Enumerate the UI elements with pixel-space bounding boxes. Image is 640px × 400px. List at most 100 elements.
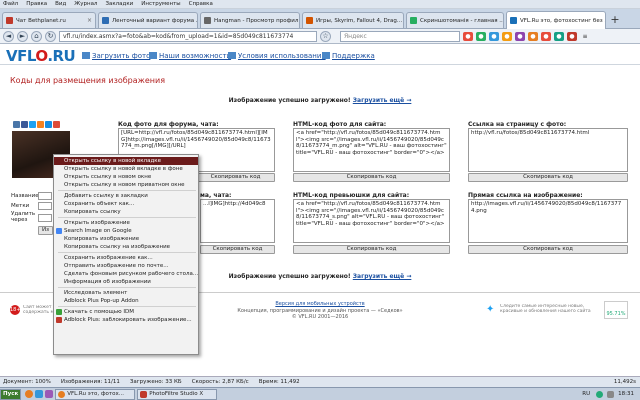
taskbar-item-photofiltre[interactable]: PhotoFiltre Studio X <box>137 388 218 400</box>
context-menu-label: Копировать ссылку <box>64 209 121 215</box>
context-menu-item[interactable]: Открыть ссылку в новой вкладке в фоне <box>54 165 198 173</box>
browser-tab[interactable]: Hangman - Просмотр профил...× <box>200 12 300 28</box>
context-menu-item[interactable]: Добавить ссылку в закладки <box>54 192 198 200</box>
addon-icon[interactable]: ● <box>502 31 512 41</box>
forum-thumb-code[interactable]: ...l]IMG]http://4d049c8 <box>200 199 275 243</box>
delete-select[interactable] <box>38 214 52 222</box>
stats-counter[interactable]: 95.71% <box>604 301 628 319</box>
addon-icon[interactable]: ● <box>554 31 564 41</box>
menu-icon[interactable]: ≡ <box>580 32 590 41</box>
menu-separator <box>58 217 196 218</box>
menu-item[interactable]: Вид <box>55 1 66 7</box>
context-menu-item[interactable]: Открыть ссылку в новом приватном окне <box>54 181 198 189</box>
menu-item[interactable]: Справка <box>189 1 213 7</box>
search-input[interactable]: Яндекс <box>340 30 460 42</box>
clock: 18:31 <box>618 391 634 397</box>
reload-button[interactable]: ↻ <box>45 30 56 42</box>
html-thumb-code[interactable]: <a href="http://vfl.ru/fotos/85d049c8116… <box>293 199 450 243</box>
back-button[interactable]: ◄ <box>3 30 14 42</box>
copy-html-photo-button[interactable]: Скопировать код <box>293 173 450 182</box>
context-menu-item[interactable]: Информация об изображении <box>54 278 198 286</box>
browser-tab[interactable]: Ленточный вариант форума ...× <box>98 12 198 28</box>
upload-more-link-bottom[interactable]: Загрузить ещё → <box>353 273 412 280</box>
address-bar[interactable]: vfl.ru/index.asmx?a=foto&ab=kod&from_upl… <box>59 30 317 42</box>
context-menu-item[interactable]: Открыть изображение <box>54 219 198 227</box>
addon-icon[interactable]: ● <box>463 31 473 41</box>
forward-button[interactable]: ► <box>17 30 28 42</box>
app-quicklaunch-icon[interactable] <box>45 390 54 398</box>
nav-upload-link[interactable]: Загрузить фото <box>92 52 150 60</box>
name-field[interactable] <box>38 192 52 200</box>
start-button[interactable]: Пуск <box>0 388 22 400</box>
context-menu-item[interactable]: Копировать изображение <box>54 235 198 243</box>
context-menu-item[interactable]: Сохранить объект как... <box>54 200 198 208</box>
share-icons <box>13 121 60 128</box>
language-indicator[interactable]: RU <box>582 391 590 397</box>
context-menu-item[interactable]: Search Image on Google <box>54 227 198 235</box>
volume-icon[interactable] <box>607 390 615 398</box>
firefox-quicklaunch-icon[interactable] <box>25 390 34 398</box>
menu-item[interactable]: Правка <box>26 1 47 7</box>
ok-icon[interactable] <box>37 121 44 128</box>
context-menu-item[interactable]: Открыть ссылку в новом окне <box>54 173 198 181</box>
home-icon[interactable]: ⌂ <box>31 30 42 42</box>
copy-direct-link-button[interactable]: Скопировать код <box>468 245 628 254</box>
browser-tab[interactable]: Чат Bethplanet.ru × <box>2 12 96 28</box>
explorer-quicklaunch-icon[interactable] <box>35 390 44 398</box>
context-menu-item[interactable]: Копировать ссылку на изображение <box>54 243 198 251</box>
copy-page-link-button[interactable]: Скопировать код <box>468 173 628 182</box>
context-menu-item[interactable]: Отправить изображение по почте... <box>54 262 198 270</box>
context-menu-label: Скачать с помощью IDM <box>64 309 134 315</box>
tab-label: Скриншотоманія - главная ... <box>420 17 504 24</box>
context-menu-label: Информация об изображении <box>64 279 151 285</box>
addon-icon[interactable]: ● <box>515 31 525 41</box>
logo[interactable]: VFLO.RU <box>6 47 76 65</box>
menu-item[interactable]: Инструменты <box>141 1 180 7</box>
context-menu-item[interactable]: Открыть ссылку в новой вкладке <box>54 157 198 165</box>
addon-icon[interactable]: ● <box>476 31 486 41</box>
context-menu-item[interactable]: Скачать с помощью IDM <box>54 308 198 316</box>
addon-icon[interactable]: ● <box>528 31 538 41</box>
new-tab-button[interactable]: + <box>608 13 622 27</box>
nav-terms-link[interactable]: Условия использования <box>238 52 326 60</box>
menu-item[interactable]: Закладки <box>105 1 133 7</box>
gplus-icon[interactable] <box>53 121 60 128</box>
nav-support-link[interactable]: Поддержка <box>332 52 375 60</box>
copy-forum-thumb-button[interactable]: Скопировать код <box>200 245 275 254</box>
taskbar-item-firefox[interactable]: VFL.Ru это, фотох... <box>55 388 136 400</box>
context-menu-item[interactable]: Сделать фоновым рисунком рабочего стола.… <box>54 270 198 278</box>
context-menu-item[interactable]: Копировать ссылку <box>54 208 198 216</box>
adblock-icon[interactable]: ● <box>567 31 577 41</box>
twitter-bird-icon[interactable]: ✦ <box>486 305 498 315</box>
status-images: Изображения: 11/11 <box>60 379 120 385</box>
vk-icon[interactable] <box>13 121 20 128</box>
tags-field[interactable] <box>38 202 52 210</box>
star-icon[interactable]: ☆ <box>320 30 331 42</box>
mailru-icon[interactable] <box>45 121 52 128</box>
html-photo-code[interactable]: <a href="http://vfl.ru/fotos/85d049c8116… <box>293 128 450 172</box>
page-link-code[interactable]: http://vfl.ru/fotos/85d049c811673774.htm… <box>468 128 628 172</box>
twitter-icon[interactable] <box>29 121 36 128</box>
facebook-icon[interactable] <box>21 121 28 128</box>
context-menu-item[interactable]: Adblock Plus Pop-up Addon <box>54 297 198 305</box>
edit-button[interactable]: Из <box>38 226 53 235</box>
upload-more-link[interactable]: Загрузить ещё → <box>353 97 412 104</box>
addon-icon[interactable]: ● <box>541 31 551 41</box>
context-menu-label: Исследовать элемент <box>64 290 128 296</box>
addon-icon[interactable]: ● <box>489 31 499 41</box>
direct-link-code[interactable]: http://images.vfl.ru/ii/1456749020/85d04… <box>468 199 628 243</box>
context-menu-item[interactable]: Adblock Plus: заблокировать изображение.… <box>54 316 198 324</box>
nav-features-link[interactable]: Наши возможности <box>159 52 231 60</box>
menu-separator <box>58 190 196 191</box>
tray-icon[interactable] <box>596 390 604 398</box>
copy-html-thumb-button[interactable]: Скопировать код <box>293 245 450 254</box>
context-menu-item[interactable]: Сохранить изображение как... <box>54 254 198 262</box>
browser-tab[interactable]: Игры, Skyrim, Fallout 4, Drag...× <box>302 12 404 28</box>
menu-item[interactable]: Файл <box>3 1 18 7</box>
copy-forum-photo-button[interactable]: Скопировать код <box>196 173 275 182</box>
context-menu-item[interactable]: Исследовать элемент <box>54 289 198 297</box>
menu-item[interactable]: Журнал <box>74 1 97 7</box>
browser-tab[interactable]: Скриншотоманія - главная ...× <box>406 12 504 28</box>
browser-tab[interactable]: VFL.Ru это, фотохостинг без ...× <box>506 11 606 29</box>
close-icon[interactable]: × <box>87 17 92 24</box>
